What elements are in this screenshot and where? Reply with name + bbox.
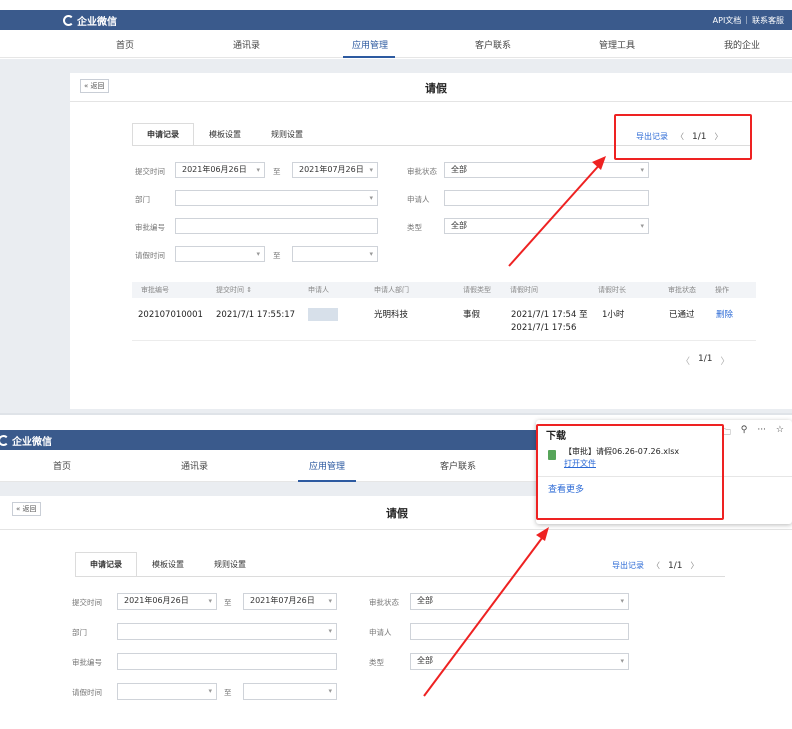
annotation-arrow-top: [508, 156, 606, 267]
arrow-head: [592, 156, 606, 170]
screenshot-top: 企业微信 API文档 | 联系客服 首页 通讯录 应用管理 客户联系 管理工具 …: [0, 0, 792, 414]
arrow-head: [536, 527, 549, 541]
screenshot-divider: [0, 413, 792, 415]
screenshot-bottom: 企业微信 首页 通讯录 应用管理 客户联系 « 返回 请假 申请记录 模板设置 …: [0, 416, 792, 729]
arrow-line: [423, 533, 546, 697]
annotation-arrow-bottom: [423, 527, 549, 697]
arrow-line: [508, 161, 603, 267]
